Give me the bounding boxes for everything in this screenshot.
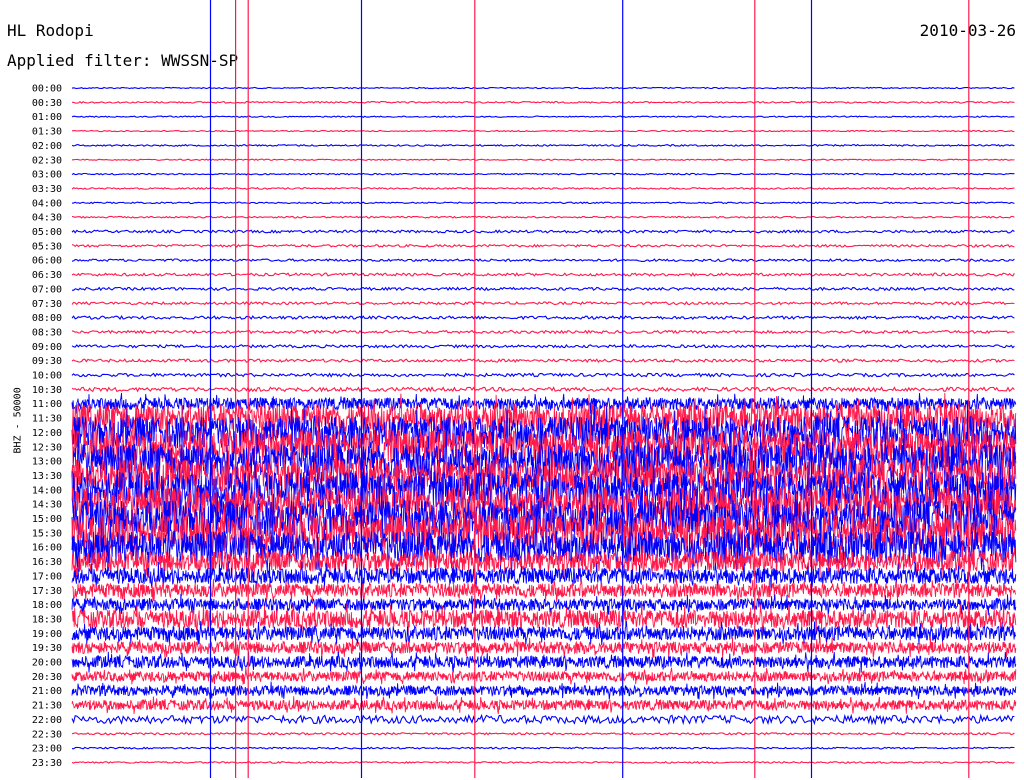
time-tick-label: 12:30: [32, 442, 62, 453]
time-tick-label: 19:30: [32, 643, 62, 654]
time-tick-label: 14:00: [32, 485, 62, 496]
time-tick-label: 18:30: [32, 614, 62, 625]
time-tick-label: 10:00: [32, 371, 62, 382]
trace-line: [71, 115, 1015, 118]
time-tick-label: 01:30: [32, 127, 62, 138]
time-tick-label: 04:30: [32, 213, 62, 224]
time-tick-label: 21:30: [32, 701, 62, 712]
time-tick-label: 21:00: [32, 686, 62, 697]
trace-line: [71, 172, 1015, 176]
trace-line: [71, 229, 1015, 234]
trace-line: [71, 186, 1015, 190]
trace-line: [71, 746, 1015, 750]
trace-line: [71, 329, 1015, 335]
time-tick-label: 09:30: [32, 356, 62, 367]
time-tick-label: 17:30: [32, 586, 62, 597]
time-tick-label: 12:00: [32, 428, 62, 439]
trace-line: [71, 696, 1017, 715]
time-tick-label: 20:00: [32, 658, 62, 669]
trace-line: [71, 620, 1017, 646]
time-tick-label: 07:30: [32, 299, 62, 310]
time-tick-label: 14:30: [32, 500, 62, 511]
trace-line: [71, 651, 1017, 673]
time-tick-label: 08:00: [32, 313, 62, 324]
time-tick-label: 17:00: [32, 571, 62, 582]
time-tick-label: 18:00: [32, 600, 62, 611]
time-tick-label: 16:00: [32, 543, 62, 554]
time-tick-label: 20:30: [32, 672, 62, 683]
trace-line: [71, 314, 1015, 321]
trace-line: [71, 301, 1015, 306]
time-tick-label: 00:00: [32, 84, 62, 95]
time-tick-labels: 00:00 00:30 01:00 01:30 02:00 02:30 03:00 03:30…: [32, 84, 62, 769]
trace-line: [71, 760, 1015, 764]
time-tick-label: 00:30: [32, 98, 62, 109]
time-tick-label: 15:30: [32, 528, 62, 539]
trace-line: [71, 713, 1015, 726]
seismogram-plot: 00:00 00:30 01:00 01:30 02:00 02:30 03:00 03:30…: [32, 0, 1017, 778]
trace-line: [71, 343, 1015, 349]
time-tick-label: 11:30: [32, 414, 62, 425]
trace-line: [71, 386, 1015, 393]
time-tick-label: 15:00: [32, 514, 62, 525]
time-tick-label: 09:00: [32, 342, 62, 353]
time-tick-label: 19:00: [32, 629, 62, 640]
trace-line: [71, 243, 1015, 248]
time-tick-label: 16:30: [32, 557, 62, 568]
time-tick-label: 05:00: [32, 227, 62, 238]
trace-line: [72, 201, 1015, 205]
time-tick-label: 11:00: [32, 399, 62, 410]
time-tick-label: 03:30: [32, 184, 62, 195]
trace-line: [71, 358, 1015, 364]
trace-line: [71, 732, 1015, 736]
time-tick-label: 10:30: [32, 385, 62, 396]
time-tick-label: 23:00: [32, 744, 62, 755]
trace-line: [71, 577, 1017, 603]
time-tick-label: 02:30: [32, 155, 62, 166]
trace-line: [72, 158, 1015, 161]
time-tick-label: 22:00: [32, 715, 62, 726]
time-tick-label: 04:00: [32, 198, 62, 209]
trace-layer: [71, 86, 1017, 764]
trace-line: [71, 372, 1015, 378]
time-tick-label: 02:00: [32, 141, 62, 152]
trace-line: [71, 272, 1015, 277]
time-tick-label: 01:00: [32, 112, 62, 123]
time-tick-label: 08:30: [32, 327, 62, 338]
trace-line: [72, 100, 1015, 104]
trace-line: [71, 258, 1015, 263]
time-tick-label: 07:00: [32, 284, 62, 295]
time-tick-label: 23:30: [32, 758, 62, 769]
trace-line: [71, 681, 1017, 700]
trace-line: [71, 129, 1015, 133]
trace-line: [71, 143, 1015, 147]
time-tick-label: 05:30: [32, 241, 62, 252]
trace-line: [71, 86, 1015, 90]
time-tick-label: 06:30: [32, 270, 62, 281]
time-tick-label: 13:30: [32, 471, 62, 482]
time-tick-label: 22:30: [32, 729, 62, 740]
trace-line: [71, 215, 1015, 219]
trace-line: [71, 667, 1017, 685]
time-tick-label: 03:00: [32, 170, 62, 181]
trace-line: [71, 286, 1015, 292]
time-tick-label: 06:00: [32, 256, 62, 267]
time-tick-label: 13:00: [32, 457, 62, 468]
